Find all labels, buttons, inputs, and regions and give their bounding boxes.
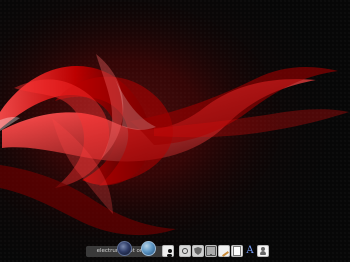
gnome-foot-icon[interactable] — [162, 245, 174, 257]
notes-pencil-icon — [221, 251, 229, 257]
desktop: electrum [Not online] A — [0, 0, 350, 262]
wallpaper-art — [0, 0, 350, 262]
gnome-foot-sole-icon — [167, 254, 172, 257]
shield-app-icon[interactable] — [192, 245, 204, 257]
gnome-foot-dot-icon — [168, 249, 172, 253]
text-a-icon: A — [246, 245, 254, 256]
document-app-icon[interactable] — [231, 245, 243, 257]
gear-icon — [181, 247, 189, 255]
user-app-icon[interactable] — [257, 245, 269, 257]
text-app-icon[interactable]: A — [244, 245, 256, 257]
taskbar-dock: electrum [Not online] A — [86, 241, 269, 259]
notes-app-icon[interactable] — [218, 245, 230, 257]
settings-gear-icon[interactable] — [179, 245, 191, 257]
browser-orb-icon[interactable] — [141, 241, 156, 256]
display-icon — [206, 246, 216, 256]
document-icon — [233, 246, 241, 256]
user-avatar-icon — [259, 247, 267, 255]
launcher-orb-icon[interactable] — [117, 241, 132, 256]
shield-icon — [194, 247, 202, 255]
display-app-icon[interactable] — [205, 245, 217, 257]
